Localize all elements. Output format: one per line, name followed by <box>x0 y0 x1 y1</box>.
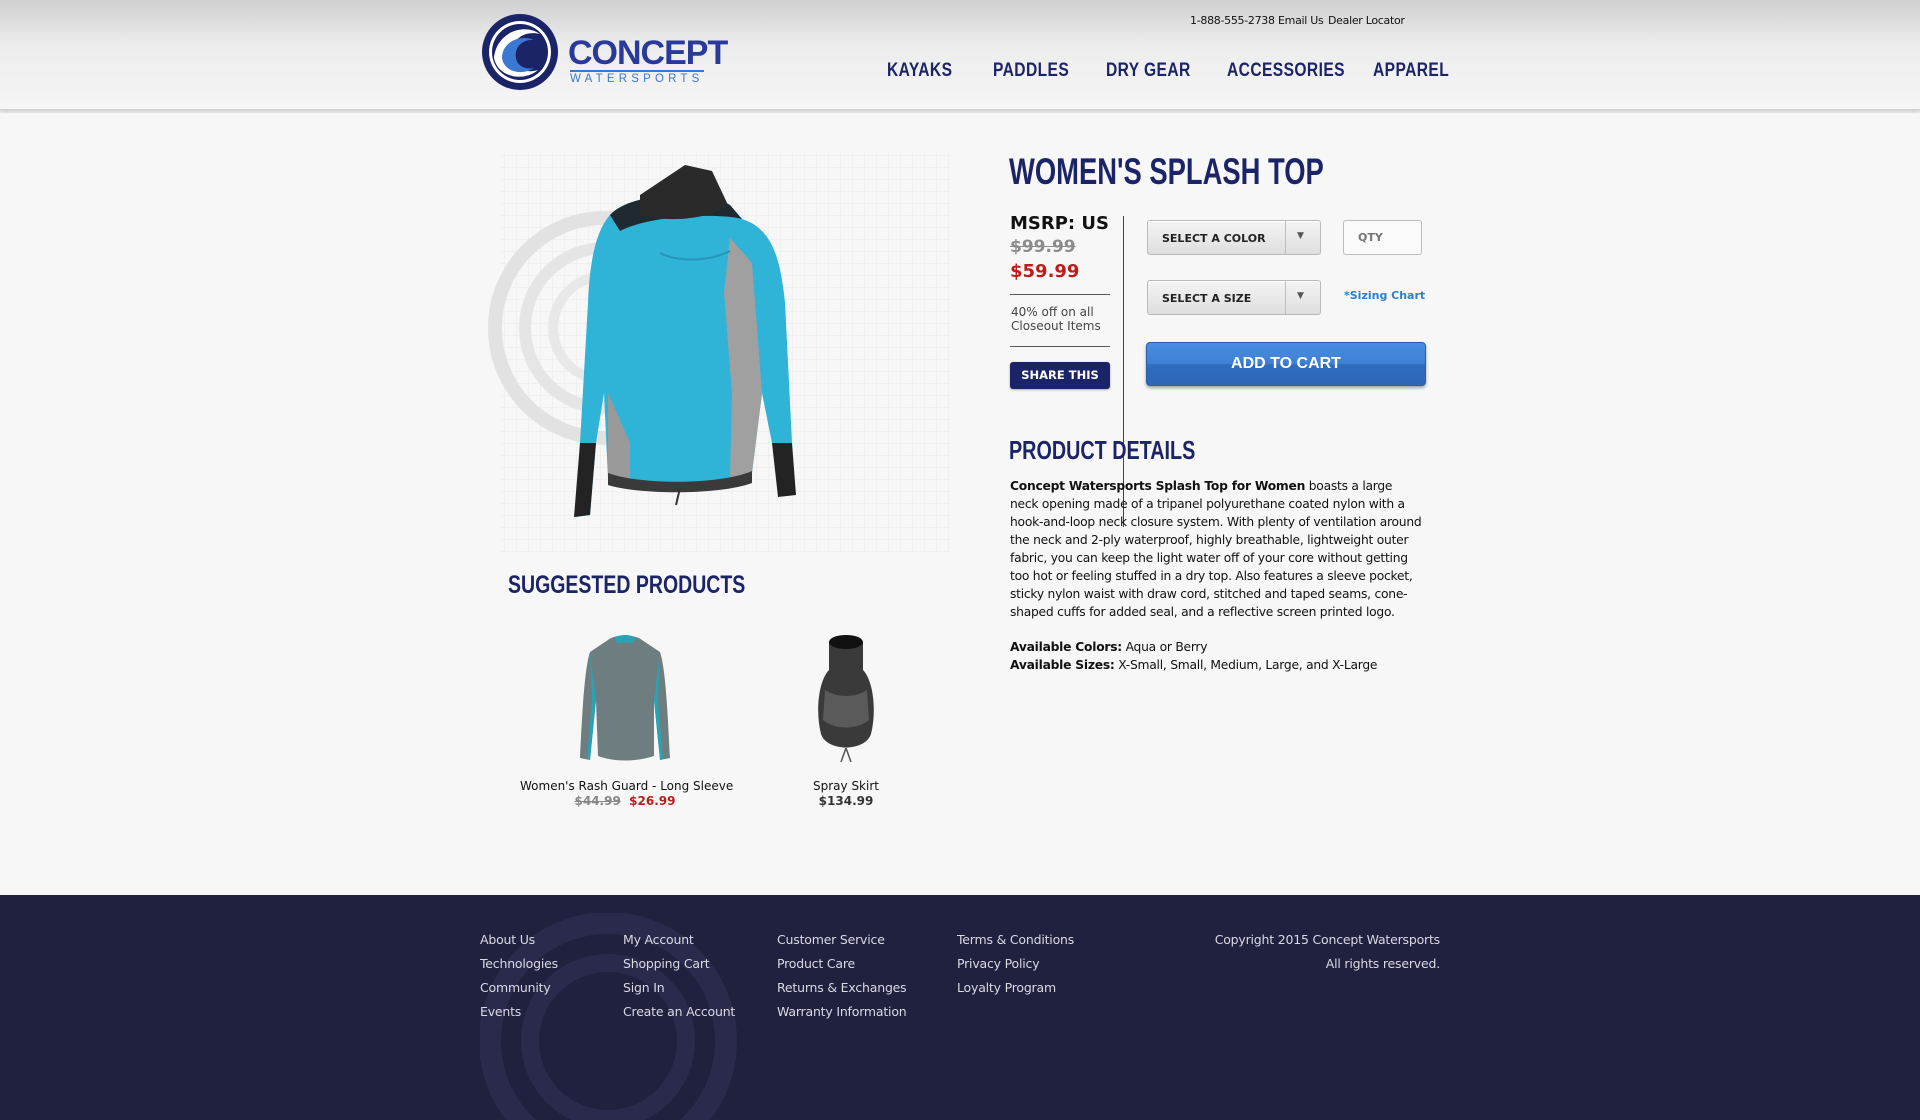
footer-col-about: About Us Technologies Community Events <box>480 932 558 1028</box>
footer-col-account: My Account Shopping Cart Sign In Create … <box>623 932 735 1028</box>
suggested-product-name: Spray Skirt <box>813 779 879 793</box>
suggested-product-rash-guard[interactable]: Women's Rash Guard - Long Sleeve $44.99 … <box>520 630 734 808</box>
divider <box>1010 346 1110 347</box>
footer-col-legal: Terms & Conditions Privacy Policy Loyalt… <box>957 932 1074 1004</box>
price-sale: $59.99 <box>1010 261 1080 282</box>
product-image <box>488 153 950 553</box>
copyright-text: Copyright 2015 Concept Watersports <box>1214 932 1441 947</box>
suggested-product-spray-skirt[interactable]: Spray Skirt $134.99 <box>786 630 906 808</box>
phone-link[interactable]: 1-888-555-2738 <box>1190 14 1275 27</box>
footer-link-privacy[interactable]: Privacy Policy <box>957 956 1074 980</box>
price-original: $99.99 <box>1010 237 1076 257</box>
available-colors-value: Aqua or Berry <box>1121 640 1208 654</box>
footer-link-sign-in[interactable]: Sign In <box>623 980 735 1004</box>
footer-link-warranty[interactable]: Warranty Information <box>777 1004 907 1028</box>
footer-link-returns[interactable]: Returns & Exchanges <box>777 980 907 1004</box>
footer-link-create-account[interactable]: Create an Account <box>623 1004 735 1028</box>
footer-link-community[interactable]: Community <box>480 980 558 1004</box>
suggested-product-name: Women's Rash Guard - Long Sleeve <box>520 779 734 793</box>
add-to-cart-button[interactable]: ADD TO CART <box>1146 342 1426 386</box>
quantity-input[interactable] <box>1343 220 1422 255</box>
color-select[interactable]: SELECT A COLOR ▼ <box>1147 220 1321 255</box>
site-header: CONCEPT WATERSPORTS 1-888-555-2738 Email… <box>0 0 1920 111</box>
footer-link-about-us[interactable]: About Us <box>480 932 558 956</box>
footer-link-shopping-cart[interactable]: Shopping Cart <box>623 956 735 980</box>
footer-link-terms[interactable]: Terms & Conditions <box>957 932 1074 956</box>
available-sizes-label: Available Sizes: <box>1010 658 1115 672</box>
product-description: Concept Watersports Splash Top for Women… <box>1010 477 1422 621</box>
footer-link-technologies[interactable]: Technologies <box>480 956 558 980</box>
site-footer: About Us Technologies Community Events M… <box>0 895 1920 1120</box>
suggested-product-prices: $134.99 <box>786 794 906 808</box>
select-separator <box>1285 281 1286 314</box>
copyright-block: Copyright 2015 Concept Watersports All r… <box>1214 932 1441 980</box>
footer-link-customer-service[interactable]: Customer Service <box>777 932 907 956</box>
suggested-products-heading: SUGGESTED PRODUCTS <box>508 571 746 599</box>
nav-paddles[interactable]: PADDLES <box>993 60 1069 82</box>
available-colors: Available Colors: Aqua or Berry <box>1010 640 1430 654</box>
nav-accessories[interactable]: ACCESSORIES <box>1227 60 1345 82</box>
product-page: SUGGESTED PRODUCTS Women's Rash Guard - … <box>0 113 1920 895</box>
available-sizes-value: X-Small, Small, Medium, Large, and X-Lar… <box>1114 658 1378 672</box>
available-sizes: Available Sizes: X-Small, Small, Medium,… <box>1010 658 1430 672</box>
available-colors-label: Available Colors: <box>1010 640 1122 654</box>
logo-wave-icon <box>482 14 558 90</box>
footer-link-product-care[interactable]: Product Care <box>777 956 907 980</box>
size-select-label: SELECT A SIZE <box>1162 292 1252 305</box>
logo-wordmark: CONCEPT <box>568 34 728 72</box>
nav-apparel[interactable]: APPAREL <box>1373 60 1449 82</box>
footer-col-service: Customer Service Product Care Returns & … <box>777 932 907 1028</box>
spray-skirt-image <box>818 635 874 763</box>
suggested-price: $134.99 <box>818 794 874 808</box>
description-lead: Concept Watersports Splash Top for Women <box>1010 479 1306 493</box>
share-button[interactable]: SHARE THIS <box>1010 362 1110 389</box>
site-logo[interactable]: CONCEPT WATERSPORTS <box>480 12 728 90</box>
suggested-price-sale: $26.99 <box>629 794 676 808</box>
divider <box>1010 294 1110 295</box>
dealer-locator-link[interactable]: Dealer Locator <box>1328 14 1405 27</box>
promo-text: 40% off on all Closeout Items <box>1011 305 1101 333</box>
suggested-price-original: $44.99 <box>574 794 621 808</box>
size-select[interactable]: SELECT A SIZE ▼ <box>1147 280 1321 315</box>
footer-link-events[interactable]: Events <box>480 1004 558 1028</box>
suggested-product-prices: $44.99 $26.99 <box>520 794 730 808</box>
description-body: boasts a large neck opening made of a tr… <box>1010 479 1422 619</box>
footer-link-loyalty[interactable]: Loyalty Program <box>957 980 1074 1004</box>
email-us-link[interactable]: Email Us <box>1278 14 1324 27</box>
nav-dry-gear[interactable]: DRY GEAR <box>1106 60 1191 82</box>
rights-text: All rights reserved. <box>1325 956 1440 971</box>
logo-tagline: WATERSPORTS <box>570 70 704 85</box>
chevron-down-icon: ▼ <box>1297 291 1304 301</box>
product-title: WOMEN'S SPLASH TOP <box>1009 151 1324 192</box>
footer-link-my-account[interactable]: My Account <box>623 932 735 956</box>
sizing-chart-link[interactable]: *Sizing Chart <box>1344 289 1425 302</box>
color-select-label: SELECT A COLOR <box>1162 232 1266 245</box>
product-details-heading: PRODUCT DETAILS <box>1009 435 1196 465</box>
nav-kayaks[interactable]: KAYAKS <box>887 60 952 82</box>
select-separator <box>1285 221 1286 254</box>
msrp-label: MSRP: US <box>1010 213 1109 234</box>
rash-guard-image <box>580 635 670 761</box>
chevron-down-icon: ▼ <box>1297 231 1304 241</box>
